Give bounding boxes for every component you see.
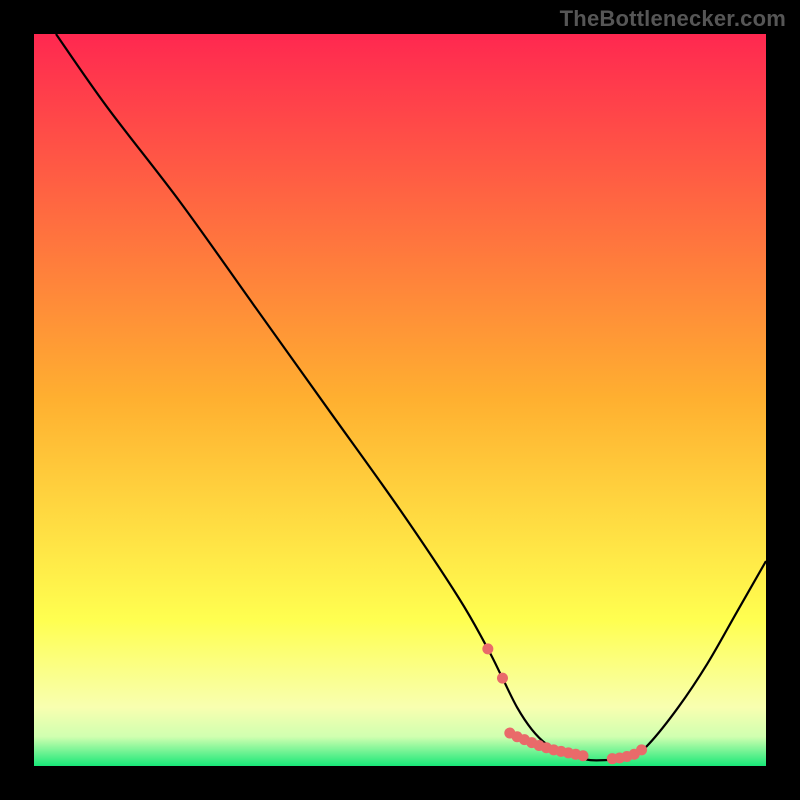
marker-dot <box>482 643 493 654</box>
marker-dot <box>636 744 647 755</box>
gradient-background <box>34 34 766 766</box>
marker-dot <box>578 750 589 761</box>
marker-dot <box>497 673 508 684</box>
attribution-text: TheBottlenecker.com <box>560 6 786 32</box>
chart-container: TheBottlenecker.com <box>0 0 800 800</box>
plot-area <box>34 34 766 766</box>
chart-svg <box>34 34 766 766</box>
